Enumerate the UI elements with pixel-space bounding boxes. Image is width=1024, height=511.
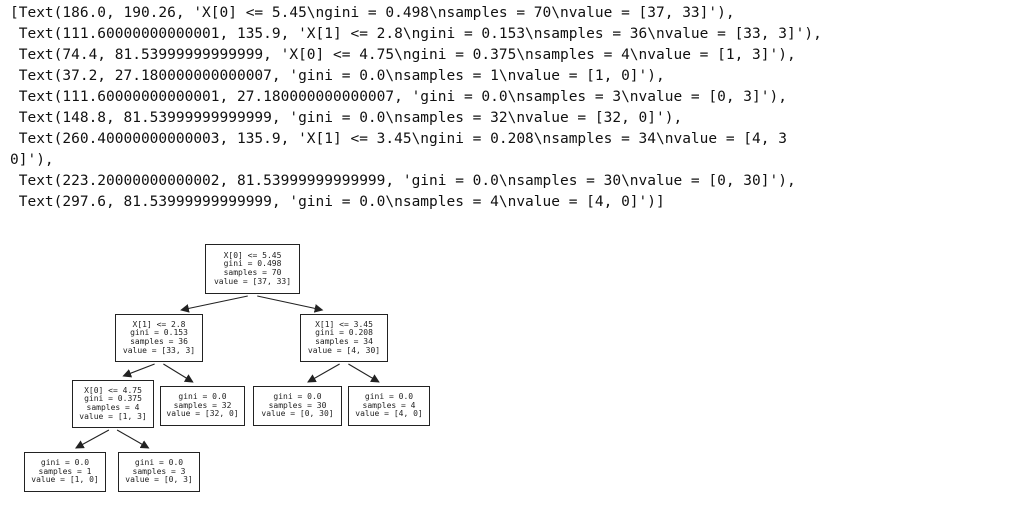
node-line: value = [0, 3] [125,475,193,485]
tree-edge-n1-n4 [163,363,194,383]
tree-node-2: X[1] <= 3.45 gini = 0.208 samples = 34 v… [300,314,388,362]
tree-edge-root-n2 [257,295,324,313]
tree-node-3: X[0] <= 4.75 gini = 0.375 samples = 4 va… [72,380,154,428]
output-line: 0]'), [10,152,54,168]
tree-node-4: gini = 0.0 samples = 32 value = [32, 0] [160,386,245,426]
tree-edge-n2-n5 [307,363,340,383]
node-line: value = [33, 3] [122,345,196,355]
tree-edge-n3-n7 [75,429,110,449]
tree-node-5: gini = 0.0 samples = 30 value = [0, 30] [253,386,342,426]
tree-edge-root-n1 [180,295,248,313]
node-line: value = [32, 0] [166,409,239,419]
node-line: value = [1, 3] [79,411,147,421]
node-line: value = [37, 33] [213,276,292,286]
output-line: Text(260.40000000000003, 135.9, 'X[1] <=… [10,131,787,147]
cell-output-text: [Text(186.0, 190.26, 'X[0] <= 5.45\ngini… [10,3,1020,213]
tree-node-8: gini = 0.0 samples = 3 value = [0, 3] [118,452,200,492]
output-line: Text(74.4, 81.53999999999999, 'X[0] <= 4… [10,47,796,63]
node-line: value = [4, 0] [355,409,423,419]
tree-edge-n2-n6 [348,363,380,383]
output-line: Text(111.60000000000001, 27.180000000000… [10,89,787,105]
node-line: value = [1, 0] [31,475,99,485]
output-line: [Text(186.0, 190.26, 'X[0] <= 5.45\ngini… [10,5,735,21]
tree-node-1: X[1] <= 2.8 gini = 0.153 samples = 36 va… [115,314,203,362]
tree-edge-n1-n3 [122,363,155,378]
decision-tree-plot: X[0] <= 5.45 gini = 0.498 samples = 70 v… [0,232,450,507]
output-line: Text(37.2, 27.180000000000007, 'gini = 0… [10,68,665,84]
tree-node-7: gini = 0.0 samples = 1 value = [1, 0] [24,452,106,492]
node-line: value = [4, 30] [307,345,381,355]
output-line: Text(111.60000000000001, 135.9, 'X[1] <=… [10,26,822,42]
tree-node-root: X[0] <= 5.45 gini = 0.498 samples = 70 v… [205,244,300,294]
output-line: Text(297.6, 81.53999999999999, 'gini = 0… [10,194,665,210]
tree-edge-n3-n8 [116,429,150,449]
node-line: value = [0, 30] [261,409,334,419]
tree-node-6: gini = 0.0 samples = 4 value = [4, 0] [348,386,430,426]
output-line: Text(148.8, 81.53999999999999, 'gini = 0… [10,110,683,126]
output-line: Text(223.20000000000002, 81.539999999999… [10,173,796,189]
